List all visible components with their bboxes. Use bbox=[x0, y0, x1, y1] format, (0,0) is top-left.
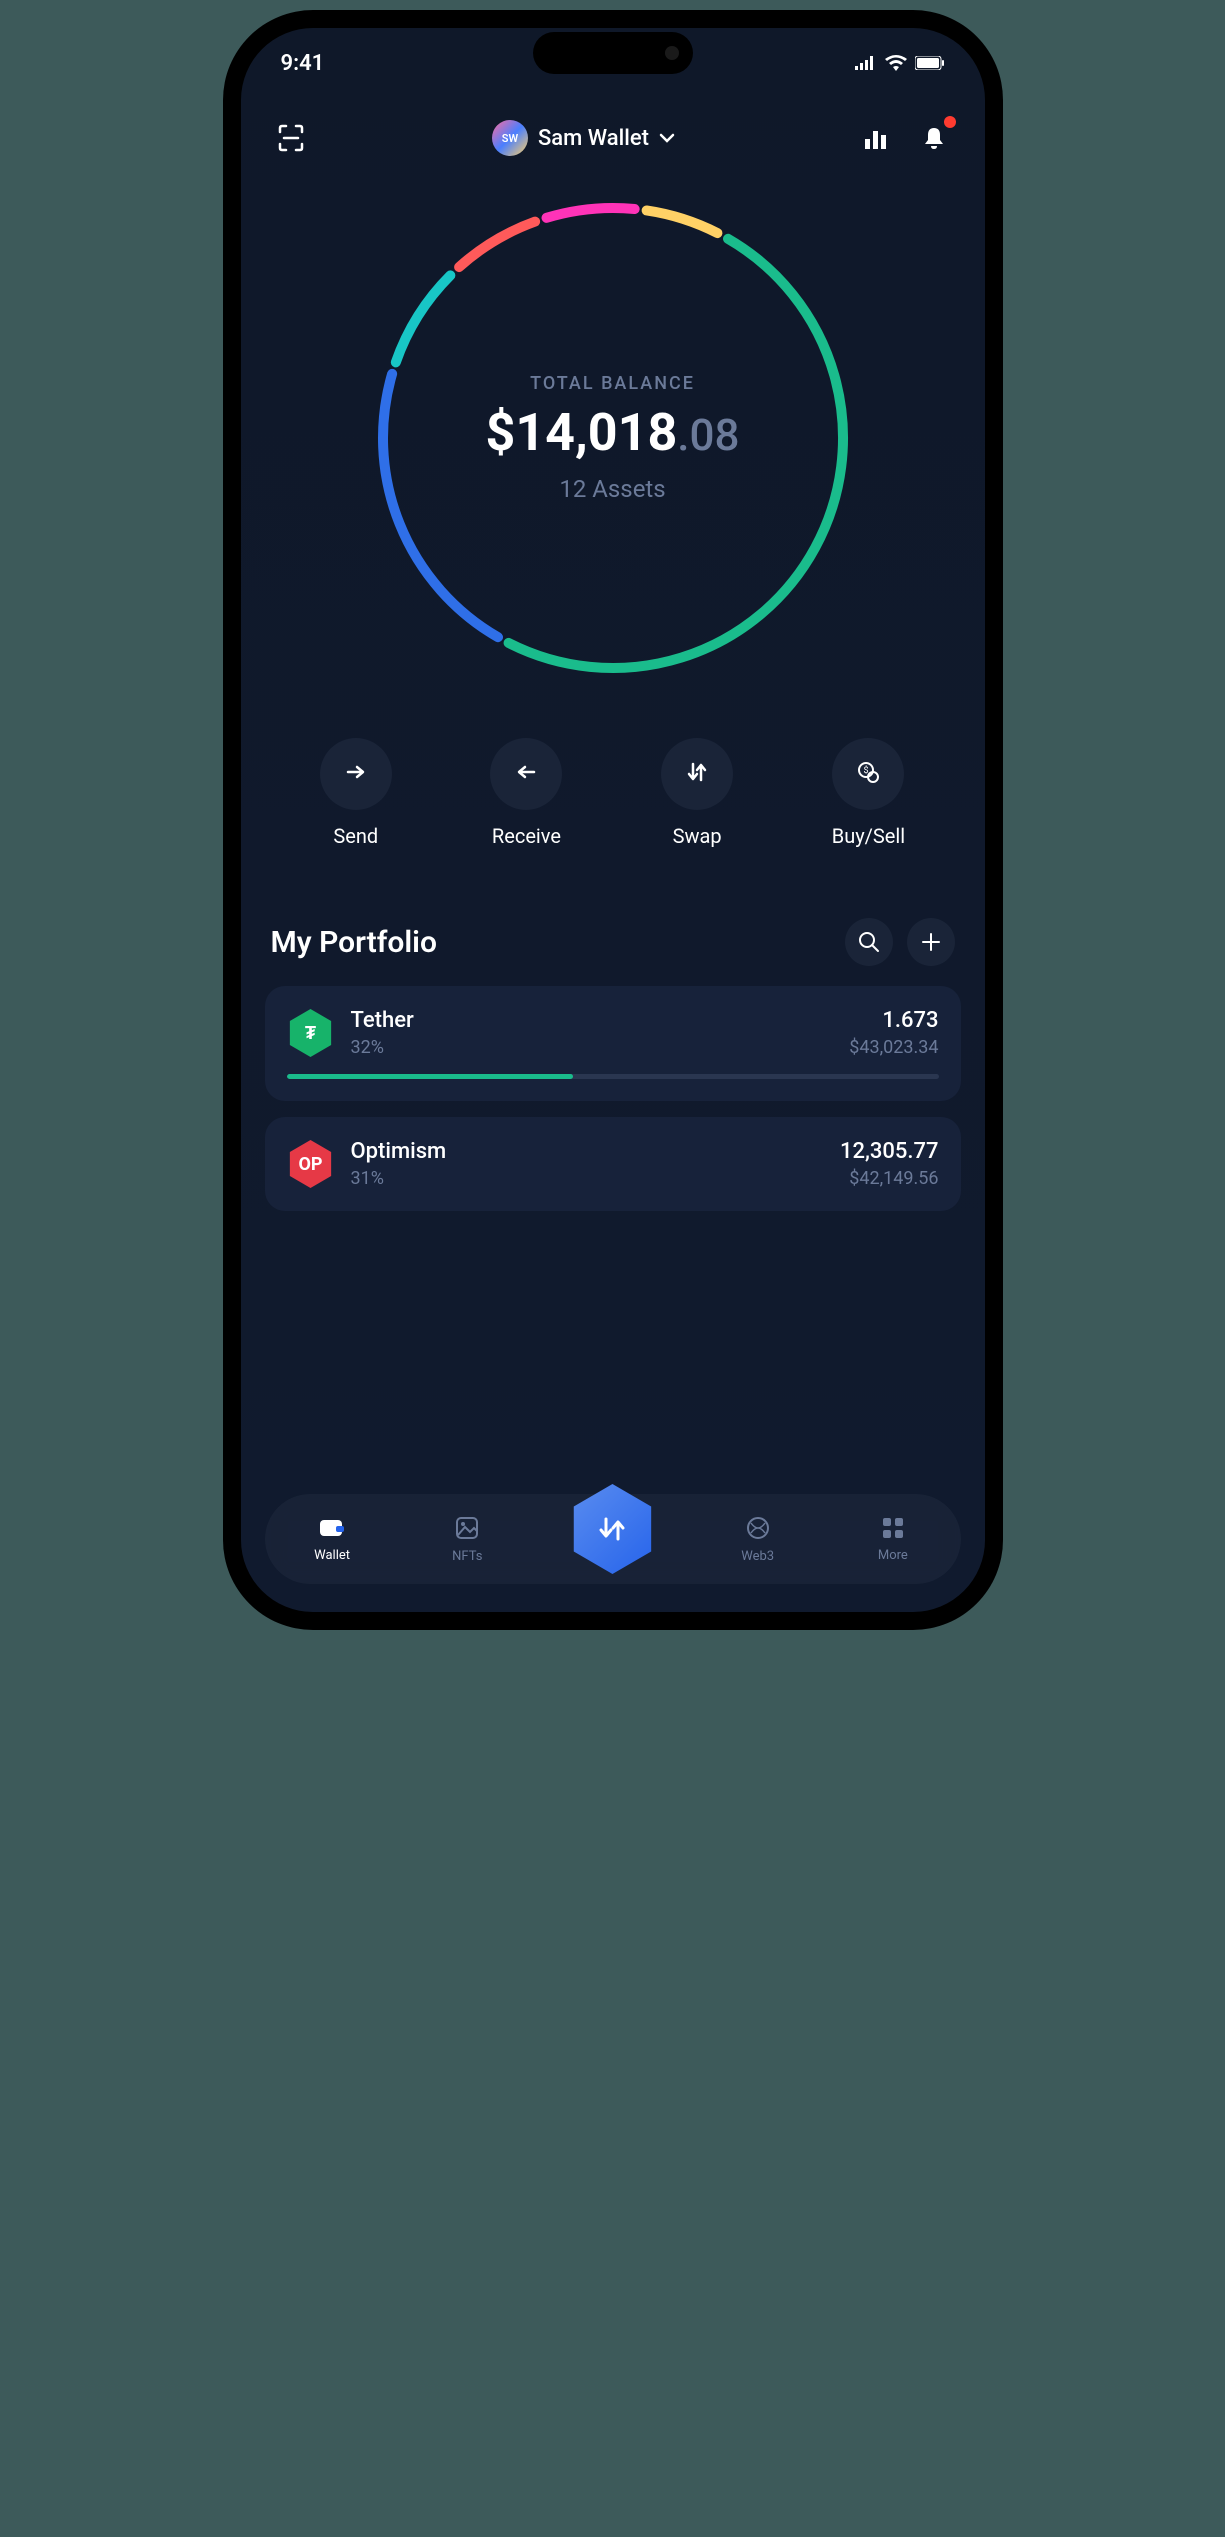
status-time: 9:41 bbox=[281, 51, 325, 76]
asset-icon: ₮ bbox=[287, 1009, 335, 1057]
buysell-label: Buy/Sell bbox=[832, 824, 905, 848]
swap-icon bbox=[594, 1511, 630, 1547]
bar-chart-icon bbox=[863, 125, 889, 151]
tab-bar: Wallet NFTs Web3 More bbox=[265, 1494, 961, 1584]
balance-cents: .08 bbox=[677, 409, 739, 461]
swap-button[interactable] bbox=[661, 738, 733, 810]
asset-amount: 1.673 bbox=[849, 1008, 938, 1033]
ring-segment-red bbox=[459, 222, 535, 267]
asset-card-optimism[interactable]: OP Optimism 31% 12,305.77 $42,149.56 bbox=[265, 1117, 961, 1211]
asset-percent: 31% bbox=[351, 1168, 824, 1189]
tab-label: Web3 bbox=[741, 1549, 774, 1564]
send-label: Send bbox=[333, 824, 378, 848]
send-action[interactable]: Send bbox=[320, 738, 392, 848]
bell-icon bbox=[921, 125, 947, 151]
asset-percent: 32% bbox=[351, 1037, 834, 1058]
cellular-icon bbox=[855, 56, 877, 70]
notification-dot bbox=[944, 116, 956, 128]
tab-wallet[interactable]: Wallet bbox=[297, 1516, 367, 1563]
asset-amount: 12,305.77 bbox=[840, 1139, 939, 1164]
asset-name: Optimism bbox=[351, 1139, 824, 1164]
buysell-button[interactable]: $ bbox=[832, 738, 904, 810]
stats-button[interactable] bbox=[856, 118, 896, 158]
ring-segment-pink bbox=[546, 208, 634, 218]
app-header: SW Sam Wallet bbox=[241, 98, 985, 168]
asset-usd: $42,149.56 bbox=[840, 1168, 939, 1189]
nfts-icon bbox=[454, 1515, 480, 1545]
asset-name: Tether bbox=[351, 1008, 834, 1033]
tab-web3[interactable]: Web3 bbox=[723, 1515, 793, 1564]
swap-label: Swap bbox=[673, 824, 722, 848]
battery-icon bbox=[915, 56, 945, 70]
wallet-icon bbox=[318, 1516, 346, 1544]
phone-frame: 9:41 SW Sam Wallet bbox=[223, 10, 1003, 1630]
receive-icon bbox=[513, 759, 539, 790]
receive-label: Receive bbox=[492, 824, 561, 848]
screen: 9:41 SW Sam Wallet bbox=[241, 28, 985, 1612]
asset-list: ₮ Tether 32% 1.673 $43,023.34 OP Optimis… bbox=[241, 986, 985, 1211]
receive-button[interactable] bbox=[490, 738, 562, 810]
balance-label: TOTAL BALANCE bbox=[485, 373, 739, 394]
add-asset-button[interactable] bbox=[907, 918, 955, 966]
swap-action[interactable]: Swap bbox=[661, 738, 733, 848]
send-icon bbox=[343, 759, 369, 790]
search-icon bbox=[858, 931, 880, 953]
asset-allocation-bar bbox=[287, 1074, 939, 1079]
scan-icon bbox=[276, 123, 306, 153]
portfolio-title: My Portfolio bbox=[271, 925, 437, 960]
portfolio-header: My Portfolio bbox=[241, 868, 985, 986]
asset-bar-fill bbox=[287, 1074, 574, 1079]
ring-segment-blue bbox=[383, 374, 498, 637]
notifications-button[interactable] bbox=[914, 118, 954, 158]
status-indicators bbox=[855, 55, 945, 71]
plus-icon bbox=[920, 931, 942, 953]
tab-label: More bbox=[878, 1548, 908, 1563]
balance-center: TOTAL BALANCE $14,018.08 12 Assets bbox=[485, 373, 739, 503]
dynamic-island bbox=[533, 32, 693, 74]
wifi-icon bbox=[885, 55, 907, 71]
search-button[interactable] bbox=[845, 918, 893, 966]
asset-icon: OP bbox=[287, 1140, 335, 1188]
wallet-selector[interactable]: SW Sam Wallet bbox=[492, 120, 675, 156]
ring-segment-yellow bbox=[646, 210, 717, 233]
send-button[interactable] bbox=[320, 738, 392, 810]
wallet-avatar: SW bbox=[492, 120, 528, 156]
wallet-name: Sam Wallet bbox=[538, 126, 649, 151]
ring-segment-teal bbox=[395, 275, 450, 362]
tab-swap-center[interactable] bbox=[567, 1484, 657, 1574]
balance-ring: TOTAL BALANCE $14,018.08 12 Assets bbox=[241, 188, 985, 688]
swap-icon bbox=[684, 759, 710, 790]
action-row: Send Receive Swap $ Buy/Sell bbox=[241, 688, 985, 868]
receive-action[interactable]: Receive bbox=[490, 738, 562, 848]
web3-icon bbox=[745, 1515, 771, 1545]
balance-whole: 14,018 bbox=[515, 402, 677, 463]
buysell-icon: $ bbox=[855, 759, 881, 790]
chevron-down-icon bbox=[659, 133, 675, 143]
buysell-action[interactable]: $ Buy/Sell bbox=[832, 738, 905, 848]
tab-more[interactable]: More bbox=[858, 1516, 928, 1563]
scan-button[interactable] bbox=[271, 118, 311, 158]
tab-label: NFTs bbox=[452, 1549, 482, 1564]
asset-card-tether[interactable]: ₮ Tether 32% 1.673 $43,023.34 bbox=[265, 986, 961, 1101]
more-icon bbox=[881, 1516, 905, 1544]
tab-nfts[interactable]: NFTs bbox=[432, 1515, 502, 1564]
asset-usd: $43,023.34 bbox=[849, 1037, 938, 1058]
tab-label: Wallet bbox=[314, 1548, 350, 1563]
avatar-initials: SW bbox=[502, 132, 518, 145]
asset-count: 12 Assets bbox=[485, 475, 739, 503]
balance-amount: $14,018.08 bbox=[485, 402, 739, 463]
balance-currency: $ bbox=[485, 402, 515, 463]
